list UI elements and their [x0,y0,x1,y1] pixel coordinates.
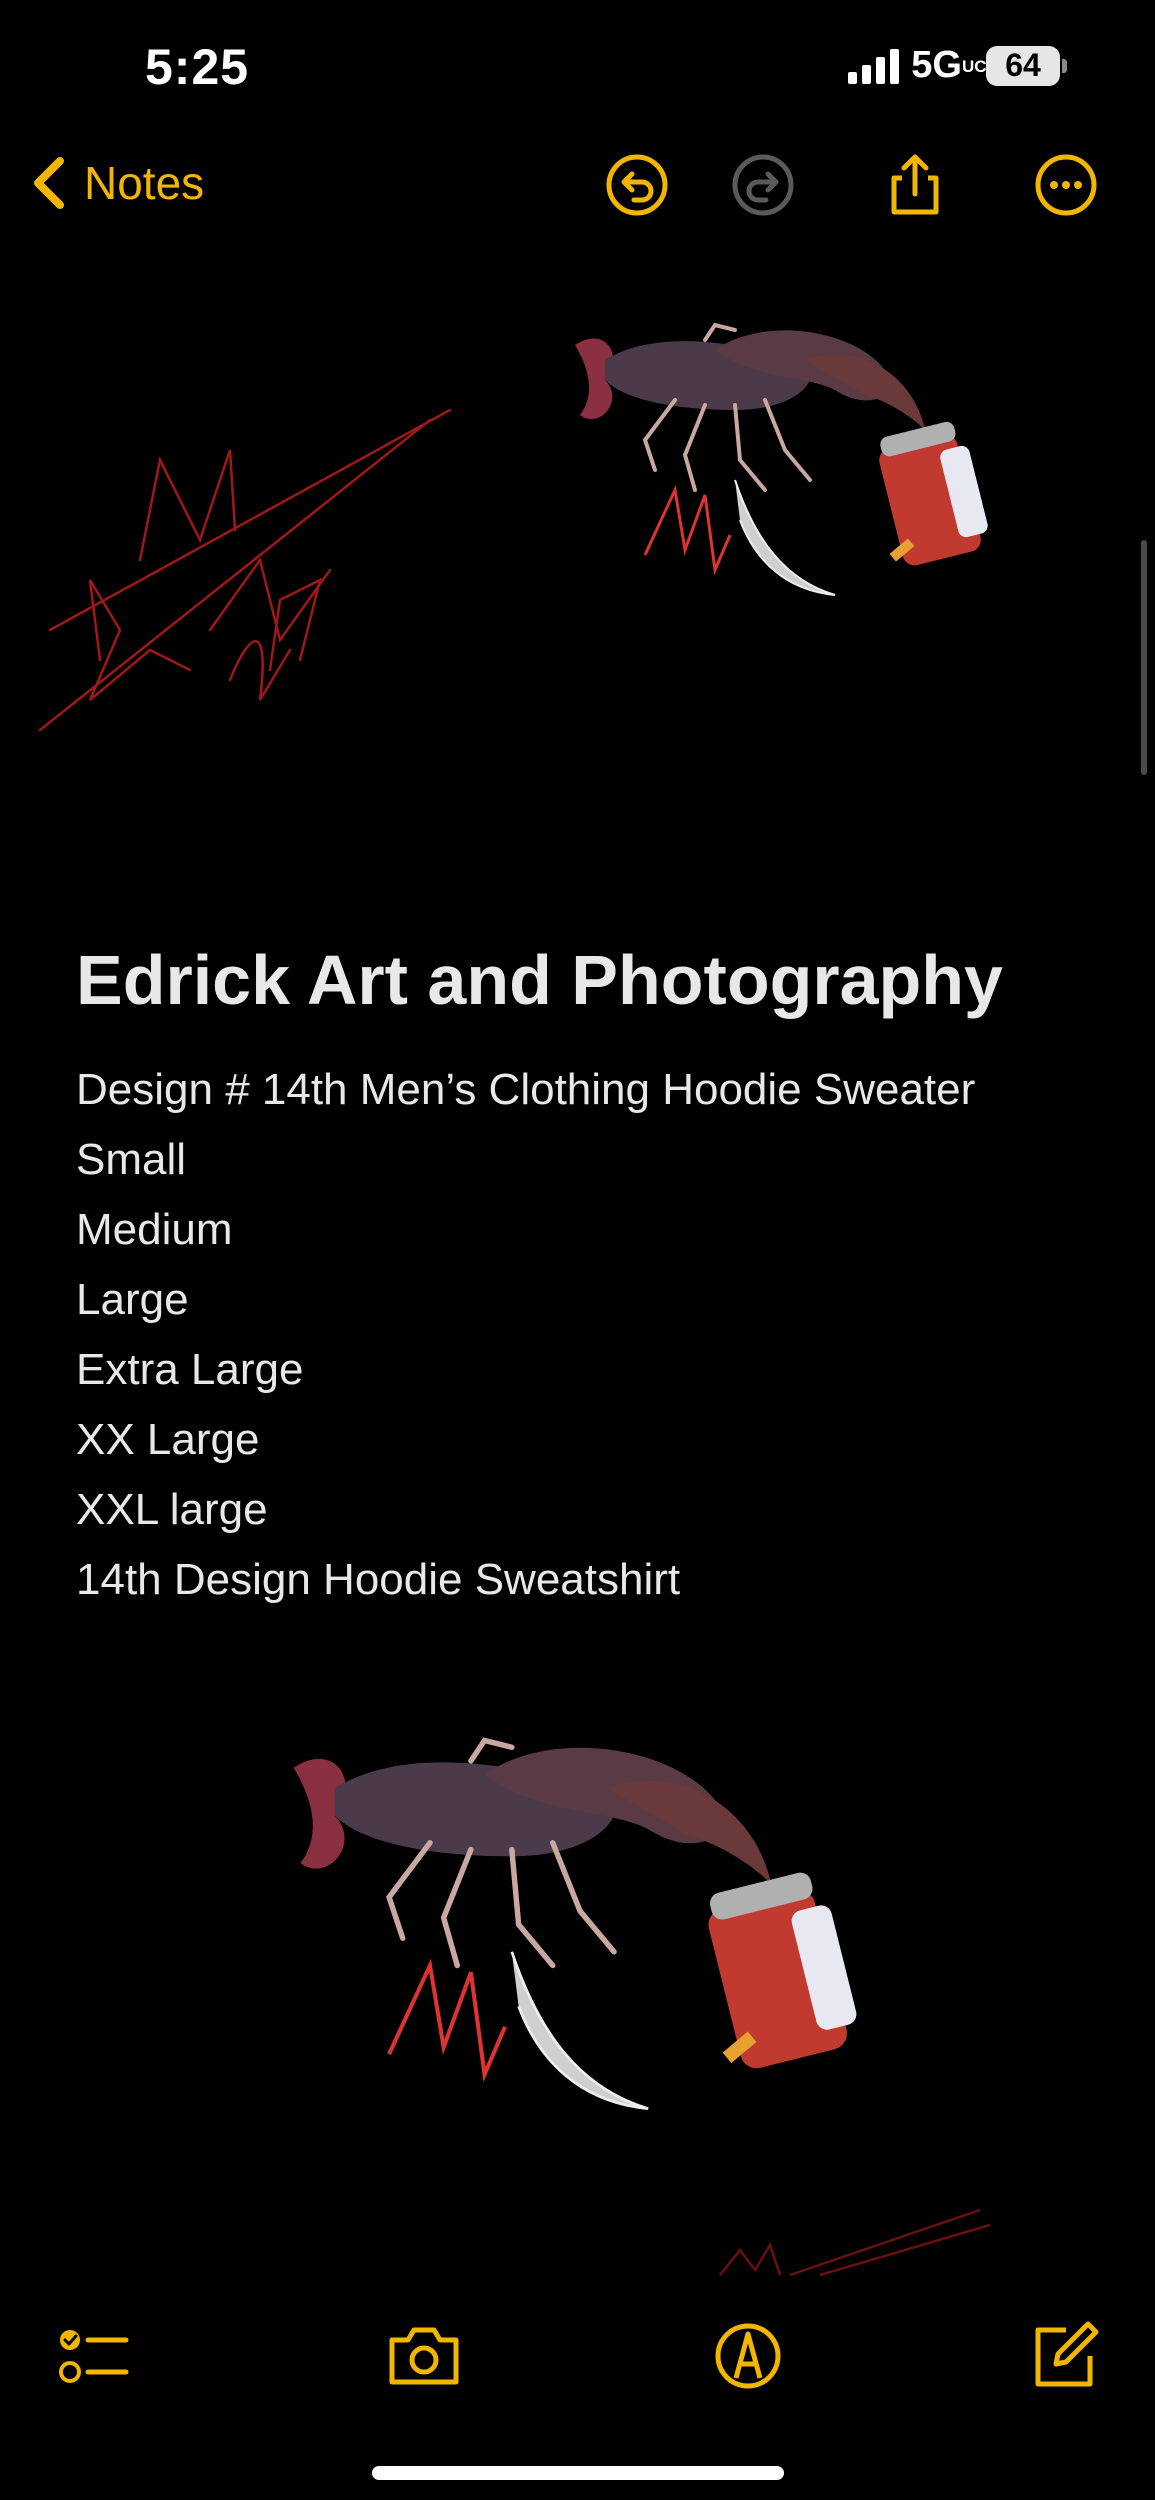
battery-level: 64 [1005,47,1041,83]
signature-drawing [719,2208,991,2277]
redo-button[interactable] [730,152,796,218]
note-line: Extra Large [76,1345,304,1394]
note-line: Small [76,1135,187,1184]
share-icon [891,154,939,215]
back-label: Notes [84,157,205,209]
note-body[interactable]: Design # 14th Men’s Clothing Hoodie Swea… [76,1055,975,1615]
undo-icon [606,154,668,216]
cellular-signal-icon [848,48,900,84]
checklist-button[interactable] [56,2318,132,2394]
markup-button[interactable] [710,2318,786,2394]
undo-button[interactable] [604,152,670,218]
status-indicators: 5GUC 64 [848,44,1067,87]
camera-icon [389,2327,459,2385]
notes-screen: 5:25 5GUC 64 Notes Edrick Art and Photog… [0,0,1155,2500]
note-title[interactable]: Edrick Art and Photography [76,940,1003,1020]
more-icon [1035,154,1097,216]
home-indicator[interactable] [372,2466,784,2480]
battery-tip [1062,58,1067,73]
network-type: 5GUC [911,44,987,86]
back-to-notes-button[interactable]: Notes [30,155,204,211]
note-line: XX Large [76,1415,260,1464]
note-line: XXL large [76,1485,268,1534]
compose-icon [1035,2321,1099,2387]
battery-icon: 64 [986,45,1060,86]
crayfish-art-image [575,322,988,596]
more-options-button[interactable] [1033,152,1099,218]
compose-button[interactable] [1026,2318,1102,2394]
note-line: 14th Design Hoodie Sweatshirt [76,1555,681,1604]
status-time: 5:25 [145,39,250,95]
note-line: Medium [76,1205,233,1254]
crayfish-art-image [293,1737,857,2110]
chevron-left-icon [34,157,64,209]
camera-button[interactable] [386,2318,462,2394]
redo-icon [732,154,794,216]
note-line: Design # 14th Men’s Clothing Hoodie Swea… [76,1065,976,1114]
scroll-indicator[interactable] [1141,540,1147,775]
signature-drawing [38,408,452,732]
markup-icon [715,2323,781,2389]
share-button[interactable] [882,152,948,218]
checklist-icon [59,2330,129,2383]
note-line: Large [76,1275,189,1324]
